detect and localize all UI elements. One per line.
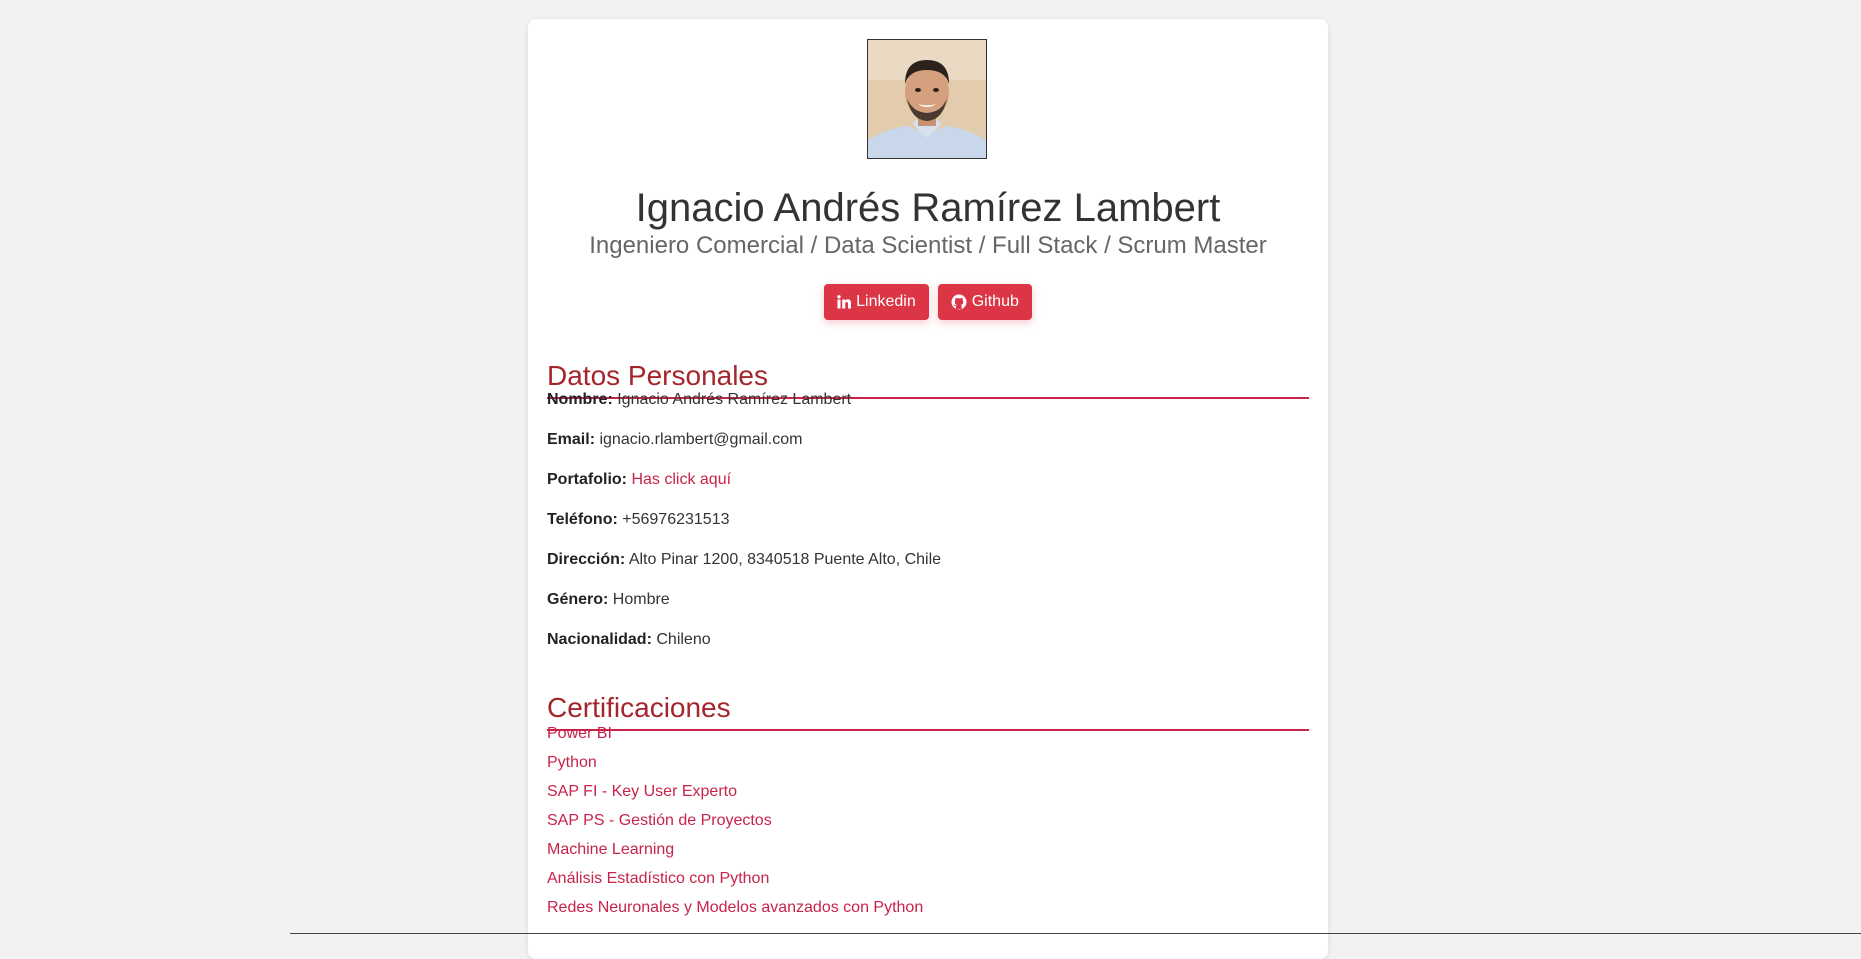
- certification-link[interactable]: Machine Learning: [547, 840, 1309, 869]
- linkedin-icon: [837, 295, 852, 309]
- info-label: Teléfono:: [547, 511, 618, 528]
- certification-link[interactable]: SAP PS - Gestión de Proyectos: [547, 811, 1309, 840]
- info-label: Nombre:: [547, 391, 613, 408]
- portfolio-link[interactable]: Has click aquí: [631, 471, 731, 488]
- info-item-phone: Teléfono: +56976231513: [547, 510, 1309, 550]
- social-buttons: Linkedin Github: [528, 284, 1328, 320]
- github-label: Github: [971, 293, 1019, 310]
- linkedin-button[interactable]: Linkedin: [824, 284, 929, 320]
- info-item-email: Email: ignacio.rlambert@gmail.com: [547, 430, 1309, 470]
- certifications-list: Power BI Python SAP FI - Key User Expert…: [547, 724, 1309, 927]
- profile-name: Ignacio Andrés Ramírez Lambert: [635, 186, 1221, 230]
- info-value: Alto Pinar 1200, 8340518 Puente Alto, Ch…: [628, 551, 942, 568]
- info-label: Dirección:: [547, 551, 626, 568]
- info-item-gender: Género: Hombre: [547, 590, 1309, 630]
- info-label: Portafolio:: [547, 471, 627, 488]
- info-item-name: Nombre: Ignacio Andrés Ramírez Lambert: [547, 390, 1309, 430]
- info-label: Género:: [547, 591, 609, 608]
- certification-link[interactable]: Power BI: [547, 724, 1309, 753]
- profile-subtitle: Ingeniero Comercial / Data Scientist / F…: [589, 232, 1267, 259]
- profile-photo: [867, 39, 987, 159]
- certification-link[interactable]: Redes Neuronales y Modelos avanzados con…: [547, 898, 1309, 927]
- info-value: +56976231513: [622, 511, 730, 528]
- certification-link[interactable]: SAP FI - Key User Experto: [547, 782, 1309, 811]
- info-item-nationality: Nacionalidad: Chileno: [547, 630, 1309, 670]
- certification-link[interactable]: Python: [547, 753, 1309, 782]
- info-value: Chileno: [656, 631, 711, 648]
- info-item-address: Dirección: Alto Pinar 1200, 8340518 Puen…: [547, 550, 1309, 590]
- personal-data-list: Nombre: Ignacio Andrés Ramírez Lambert E…: [547, 390, 1309, 670]
- certification-link[interactable]: Análisis Estadístico con Python: [547, 869, 1309, 898]
- info-value: Hombre: [612, 591, 670, 608]
- info-label: Nacionalidad:: [547, 631, 652, 648]
- resume-card: Ignacio Andrés Ramírez Lambert Ingeniero…: [528, 19, 1328, 959]
- info-value: Ignacio Andrés Ramírez Lambert: [617, 391, 852, 408]
- info-label: Email:: [547, 431, 596, 448]
- linkedin-label: Linkedin: [856, 293, 916, 310]
- info-item-portfolio: Portafolio: Has click aquí: [547, 470, 1309, 510]
- github-button[interactable]: Github: [937, 284, 1032, 320]
- github-icon: [951, 294, 967, 310]
- info-value: ignacio.rlambert@gmail.com: [599, 431, 803, 448]
